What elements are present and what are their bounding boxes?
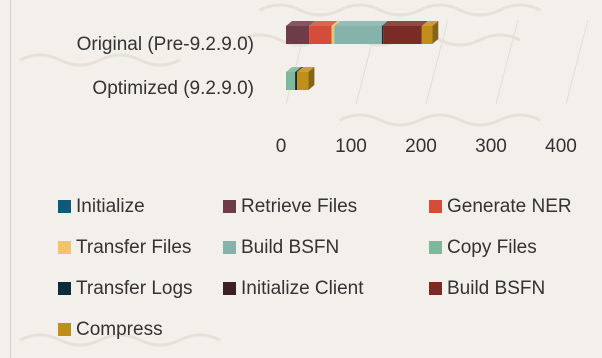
legend-label: Build BSFN <box>447 277 546 299</box>
bar-front-face <box>297 72 309 90</box>
legend-swatch <box>223 200 236 213</box>
bar-segment-0-8 <box>383 21 428 44</box>
legend-label: Compress <box>76 318 163 340</box>
bar-front-face <box>309 26 332 44</box>
legend-label: Build BSFN <box>241 236 340 258</box>
legend-swatch <box>429 241 442 254</box>
legend-swatch <box>58 241 71 254</box>
legend-swatch <box>429 200 442 213</box>
bar-front-face <box>331 26 335 44</box>
x-tick-label-4: 400 <box>545 136 577 157</box>
bar-front-face <box>381 26 384 44</box>
legend-swatch <box>58 200 71 213</box>
legend-label: Copy Files <box>447 236 537 258</box>
legend-swatch <box>58 282 71 295</box>
legend-item-0: Initialize <box>58 186 223 227</box>
legend-swatch <box>429 282 442 295</box>
bar-segment-0-4 <box>334 21 388 44</box>
legend-item-3: Transfer Files <box>58 227 223 268</box>
category-labels: Original (Pre-9.2.9.0) Optimized (9.2.9.0… <box>77 34 254 99</box>
legend-item-6: Transfer Logs <box>58 268 223 309</box>
legend-item-9: Compress <box>58 309 223 350</box>
legend-item-2: Generate NER <box>429 186 602 227</box>
legend-item-5: Copy Files <box>429 227 602 268</box>
legend-label: Retrieve Files <box>241 195 358 217</box>
gridline-4 <box>565 19 589 105</box>
x-tick-label-1: 100 <box>335 136 367 157</box>
x-tick-label-2: 200 <box>405 136 437 157</box>
bar-front-face <box>421 26 433 44</box>
legend-swatch <box>223 241 236 254</box>
category-label-0: Original (Pre-9.2.9.0) <box>77 34 254 55</box>
legend-item-4: Build BSFN <box>223 227 429 268</box>
gridline-3 <box>495 19 519 105</box>
legend-label: Initialize Client <box>241 277 364 299</box>
legend-swatch <box>223 282 236 295</box>
x-tick-label-3: 300 <box>475 136 507 157</box>
legend-label: Generate NER <box>447 195 572 217</box>
chart-legend: Initialize Retrieve Files Generate NER Tran… <box>58 186 602 350</box>
legend-item-1: Retrieve Files <box>223 186 429 227</box>
stacked-bar-chart: Original (Pre-9.2.9.0) Optimized (9.2.9.0… <box>77 19 589 157</box>
bar-front-face <box>286 72 296 90</box>
bar-top-face <box>334 21 388 26</box>
x-axis-ticks: 0 100 200 300 400 <box>276 136 577 157</box>
legend-label: Initialize <box>76 195 145 217</box>
bar-front-face <box>295 72 298 90</box>
legend-label: Transfer Logs <box>76 277 193 299</box>
bar-front-face <box>334 26 382 44</box>
legend-item-7: Initialize Client <box>223 268 429 309</box>
bar-front-face <box>383 26 422 44</box>
legend-label: Transfer Files <box>76 236 192 258</box>
category-label-1: Optimized (9.2.9.0) <box>92 78 254 99</box>
bar-top-face <box>383 21 428 26</box>
legend-swatch <box>58 323 71 336</box>
x-tick-label-0: 0 <box>276 136 287 157</box>
legend-item-8: Build BSFN <box>429 268 602 309</box>
bar-front-face <box>286 26 310 44</box>
